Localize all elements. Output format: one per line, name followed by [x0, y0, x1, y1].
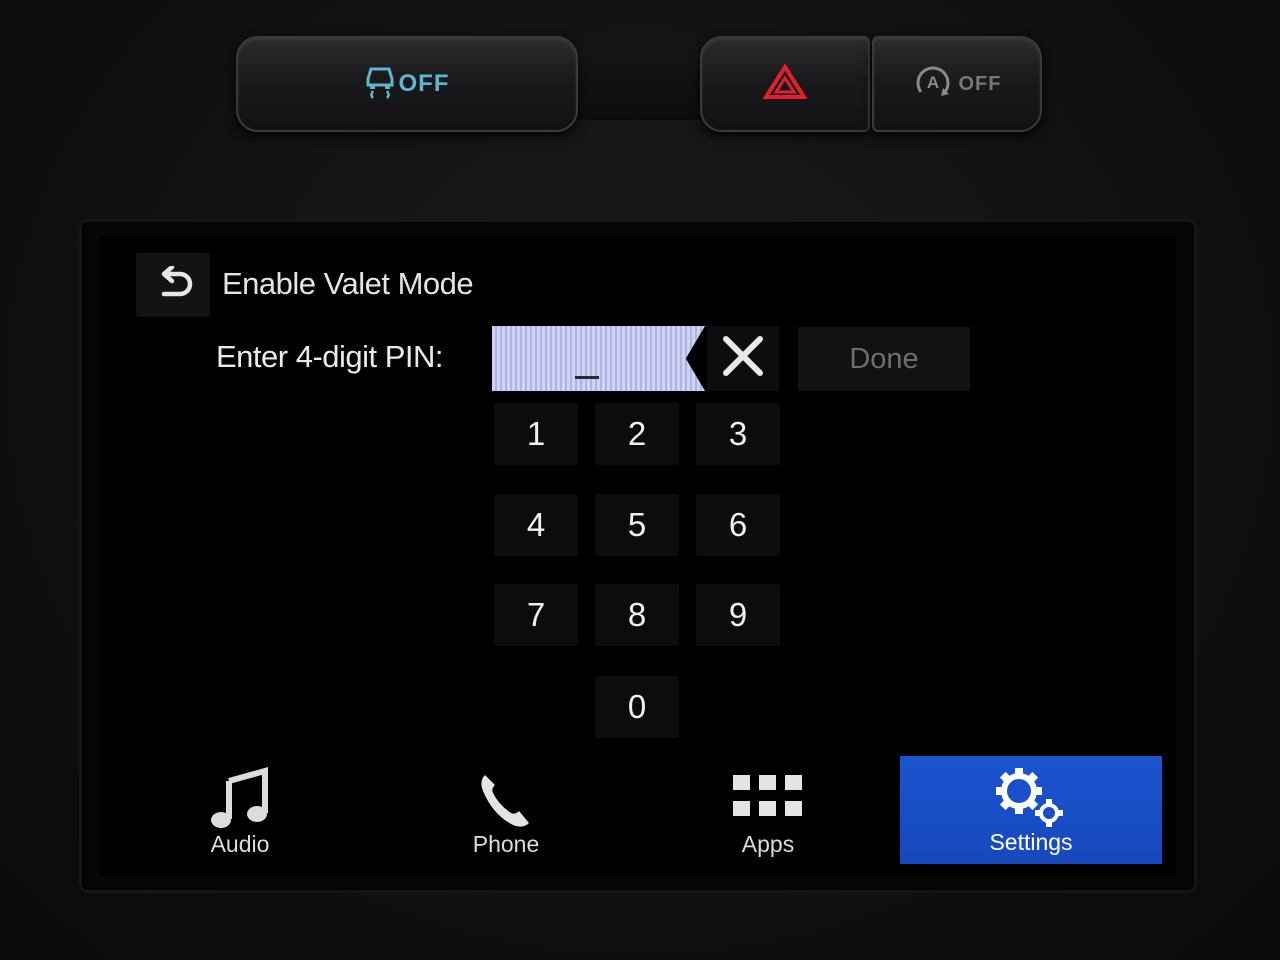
nav-settings[interactable]: Settings	[900, 756, 1162, 864]
page-title: Enable Valet Mode	[222, 266, 474, 301]
traction-control-off-button[interactable]: OFF	[236, 36, 578, 132]
auto-start-stop-icon: A	[913, 64, 953, 105]
nav-settings-label: Settings	[989, 829, 1073, 855]
keypad-key-8[interactable]: 8	[595, 584, 679, 646]
music-note-icon	[209, 767, 271, 831]
button-strip-divider	[568, 60, 708, 120]
nav-phone[interactable]: Phone	[446, 756, 566, 866]
keypad-key-5[interactable]: 5	[595, 494, 679, 556]
hardware-button-strip: OFF A OFF	[228, 30, 1043, 140]
keypad-key-7[interactable]: 7	[494, 584, 578, 646]
keypad-key-6[interactable]: 6	[696, 494, 780, 556]
keypad-key-4[interactable]: 4	[494, 494, 578, 556]
auto-start-stop-off-button[interactable]: A OFF	[872, 36, 1042, 132]
clear-pin-button[interactable]	[707, 326, 779, 391]
gears-icon	[995, 767, 1067, 829]
hazard-lights-button[interactable]	[700, 36, 870, 132]
nav-apps-label: Apps	[741, 831, 795, 857]
close-icon	[720, 333, 766, 384]
hazard-triangle-icon	[762, 62, 808, 105]
keypad-key-1[interactable]: 1	[494, 403, 578, 465]
nav-audio[interactable]: Audio	[180, 756, 300, 866]
nav-apps[interactable]: Apps	[708, 756, 828, 866]
svg-text:A: A	[926, 73, 938, 92]
keypad-key-9[interactable]: 9	[696, 584, 780, 646]
keypad-key-2[interactable]: 2	[595, 403, 679, 465]
nav-audio-label: Audio	[210, 831, 270, 857]
keypad-key-0[interactable]: 0	[595, 676, 679, 738]
pin-prompt-label: Enter 4-digit PIN:	[216, 339, 444, 374]
apps-grid-icon	[733, 775, 803, 819]
back-button[interactable]	[136, 253, 210, 317]
keypad-key-3[interactable]: 3	[696, 403, 780, 465]
traction-control-icon	[365, 65, 395, 104]
phone-icon	[477, 771, 535, 831]
pin-input-field[interactable]	[492, 326, 705, 391]
infotainment-screen: Enable Valet Mode Enter 4-digit PIN: Don…	[100, 236, 1176, 876]
done-button[interactable]: Done	[798, 327, 970, 391]
back-arrow-icon	[152, 264, 194, 305]
pin-cursor	[575, 376, 599, 379]
traction-off-label: OFF	[398, 70, 450, 97]
nav-phone-label: Phone	[472, 831, 540, 857]
auto-start-stop-off-label: OFF	[958, 72, 1002, 95]
